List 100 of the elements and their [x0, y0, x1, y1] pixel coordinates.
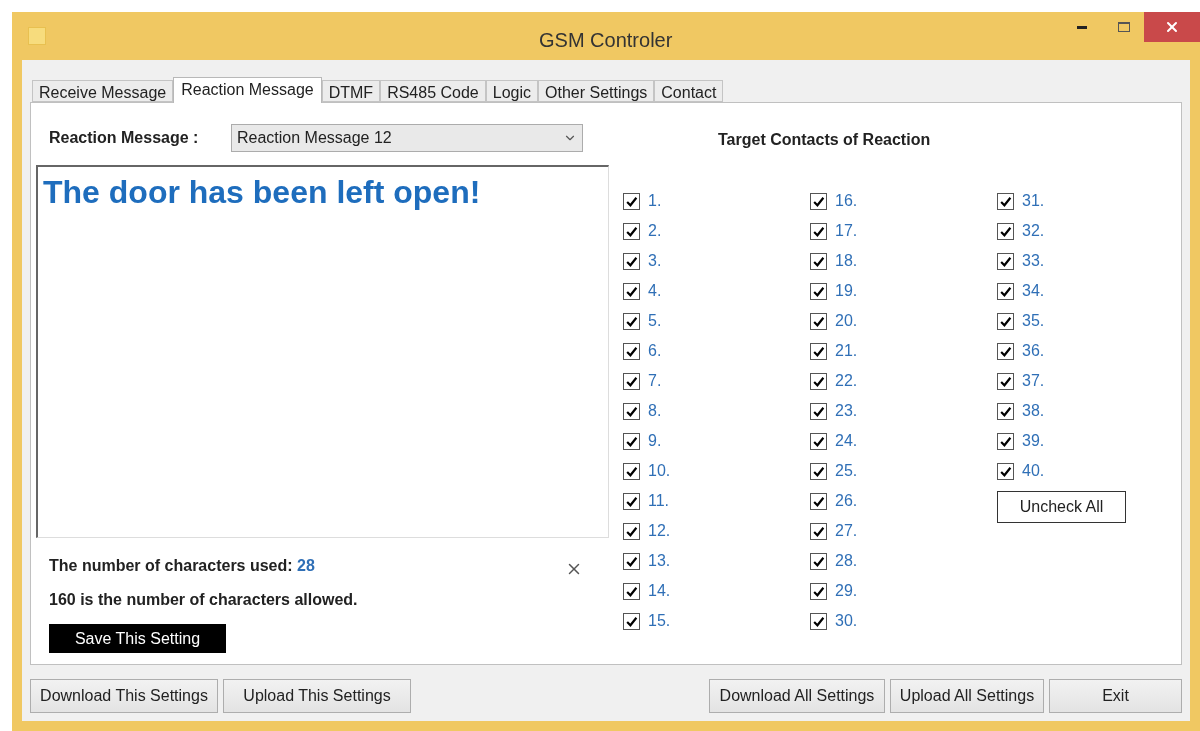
save-button[interactable]: Save This Setting: [49, 624, 226, 653]
contact-label: 14.: [648, 581, 671, 601]
check-icon: [999, 464, 1012, 478]
contact-label: 30.: [835, 611, 858, 631]
checkbox[interactable]: [810, 492, 827, 510]
contact-label: 26.: [835, 491, 858, 511]
contact-label: 24.: [835, 431, 858, 451]
action-button[interactable]: Download All Settings: [709, 679, 885, 713]
tab[interactable]: Reaction Message: [173, 77, 322, 103]
contact-label: 17.: [835, 221, 858, 241]
contact-label: 37.: [1022, 371, 1045, 391]
checkbox[interactable]: [623, 282, 640, 300]
message-dropdown[interactable]: Reaction Message 12: [231, 124, 583, 152]
checkbox[interactable]: [810, 552, 827, 570]
contact-label: 34.: [1022, 281, 1045, 301]
contact-label: 12.: [648, 521, 671, 541]
contact-label: 39.: [1022, 431, 1045, 451]
checkbox[interactable]: [810, 282, 827, 300]
checkbox[interactable]: [997, 432, 1014, 450]
tab[interactable]: Contact: [654, 80, 724, 102]
check-icon: [999, 344, 1012, 358]
check-icon: [625, 314, 638, 328]
check-icon: [812, 224, 825, 238]
message-textarea[interactable]: The door has been left open!: [36, 165, 609, 538]
checkbox[interactable]: [810, 612, 827, 630]
checkbox[interactable]: [623, 372, 640, 390]
tab[interactable]: Receive Message: [32, 80, 174, 102]
checkbox[interactable]: [810, 462, 827, 480]
action-button[interactable]: Exit: [1049, 679, 1182, 713]
checkbox[interactable]: [623, 612, 640, 630]
checkbox[interactable]: [810, 342, 827, 360]
checkbox[interactable]: [997, 312, 1014, 330]
uncheck-all-button[interactable]: Uncheck All: [997, 491, 1126, 523]
checkbox[interactable]: [623, 402, 640, 420]
check-icon: [625, 494, 638, 508]
checkbox[interactable]: [623, 522, 640, 540]
tab[interactable]: RS485 Code: [380, 80, 486, 102]
tab[interactable]: Other Settings: [538, 80, 655, 102]
check-icon: [625, 584, 638, 598]
check-icon: [812, 374, 825, 388]
contact-label: 8.: [648, 401, 662, 421]
checkbox[interactable]: [623, 492, 640, 510]
checkbox[interactable]: [623, 252, 640, 270]
checkbox[interactable]: [623, 342, 640, 360]
checkbox[interactable]: [623, 582, 640, 600]
contacts-heading: Target Contacts of Reaction: [718, 130, 932, 150]
contact-label: 7.: [648, 371, 662, 391]
app-icon: [28, 27, 46, 45]
check-icon: [812, 254, 825, 268]
checkbox[interactable]: [997, 192, 1014, 210]
contact-label: 36.: [1022, 341, 1045, 361]
checkbox[interactable]: [997, 222, 1014, 240]
check-icon: [625, 344, 638, 358]
checkbox[interactable]: [810, 312, 827, 330]
checkbox[interactable]: [810, 402, 827, 420]
checkbox[interactable]: [623, 462, 640, 480]
checkbox[interactable]: [810, 432, 827, 450]
contact-label: 18.: [835, 251, 858, 271]
checkbox[interactable]: [623, 192, 640, 210]
checkbox[interactable]: [810, 192, 827, 210]
action-button[interactable]: Download This Settings: [30, 679, 218, 713]
check-icon: [812, 584, 825, 598]
contact-label: 31.: [1022, 191, 1045, 211]
check-icon: [999, 254, 1012, 268]
checkbox[interactable]: [997, 252, 1014, 270]
checkbox[interactable]: [623, 222, 640, 240]
check-icon: [999, 404, 1012, 418]
checkbox[interactable]: [997, 342, 1014, 360]
check-icon: [999, 314, 1012, 328]
checkbox[interactable]: [810, 582, 827, 600]
check-icon: [812, 284, 825, 298]
contact-label: 28.: [835, 551, 858, 571]
checkbox[interactable]: [997, 462, 1014, 480]
check-icon: [812, 614, 825, 628]
contact-label: 40.: [1022, 461, 1045, 481]
close-button[interactable]: [1144, 12, 1200, 42]
contact-label: 38.: [1022, 401, 1045, 421]
checkbox[interactable]: [997, 282, 1014, 300]
checkbox[interactable]: [623, 432, 640, 450]
checkbox[interactable]: [997, 372, 1014, 390]
check-icon: [999, 194, 1012, 208]
checkbox[interactable]: [810, 222, 827, 240]
checkbox[interactable]: [810, 372, 827, 390]
checkbox[interactable]: [997, 402, 1014, 420]
check-icon: [999, 434, 1012, 448]
contact-label: 22.: [835, 371, 858, 391]
contact-label: 4.: [648, 281, 662, 301]
checkbox[interactable]: [623, 312, 640, 330]
contact-label: 21.: [835, 341, 858, 361]
contact-label: 27.: [835, 521, 858, 541]
checkbox[interactable]: [810, 252, 827, 270]
checkbox[interactable]: [623, 552, 640, 570]
tab[interactable]: DTMF: [321, 80, 381, 102]
contact-label: 2.: [648, 221, 662, 241]
checkbox[interactable]: [810, 522, 827, 540]
action-button[interactable]: Upload This Settings: [223, 679, 411, 713]
contact-label: 10.: [648, 461, 671, 481]
action-button[interactable]: Upload All Settings: [890, 679, 1044, 713]
tab[interactable]: Logic: [485, 80, 538, 102]
check-icon: [625, 374, 638, 388]
